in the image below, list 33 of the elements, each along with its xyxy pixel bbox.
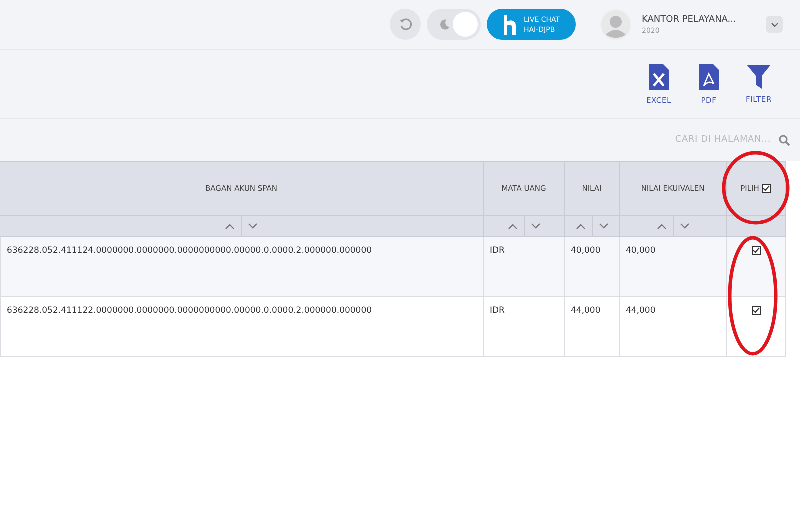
search-icon <box>779 134 790 146</box>
select-all-checkbox[interactable] <box>762 184 772 193</box>
undo-icon <box>398 18 412 32</box>
sort-up-icon[interactable] <box>225 222 235 230</box>
undo-button[interactable] <box>390 9 421 40</box>
table-cell: 44,000 <box>626 306 656 316</box>
user-name: KANTOR PELAYANA... <box>642 14 738 24</box>
moon-icon <box>439 18 451 30</box>
row-checkbox[interactable] <box>752 246 760 255</box>
table-cell: 44,000 <box>571 306 601 316</box>
filter-icon <box>747 64 771 88</box>
table-cell: IDR <box>490 306 505 316</box>
dropdown-button[interactable] <box>766 16 783 33</box>
search-field[interactable]: CARI DI HALAMAN... <box>665 134 790 146</box>
chevron-down-icon <box>770 22 778 28</box>
table-cell: 636228.052.411124.0000000.0000000.0000000000.00000.0.0000.2.000000.000000 <box>7 246 372 256</box>
pdf-file-icon <box>699 64 719 90</box>
sort-down-icon[interactable] <box>680 222 690 230</box>
sort-up-icon[interactable] <box>508 222 518 230</box>
table-cell: 40,000 <box>626 246 656 256</box>
sort-down-icon[interactable] <box>530 222 540 230</box>
table-cell: 40,000 <box>571 246 601 256</box>
avatar-icon <box>600 8 632 40</box>
sort-down-icon[interactable] <box>248 222 258 230</box>
row-checkbox[interactable] <box>752 306 760 315</box>
table-cell: 636228.052.411122.0000000.0000000.0000000000.00000.0.0000.2.000000.000000 <box>7 306 372 316</box>
table-cell: IDR <box>490 246 505 256</box>
chat-logo-icon <box>503 14 517 34</box>
sort-up-icon[interactable] <box>656 222 666 230</box>
sort-down-icon[interactable] <box>598 222 608 230</box>
dark-mode-toggle[interactable] <box>427 9 481 40</box>
excel-file-icon <box>649 64 669 90</box>
sort-up-icon[interactable] <box>576 222 586 230</box>
